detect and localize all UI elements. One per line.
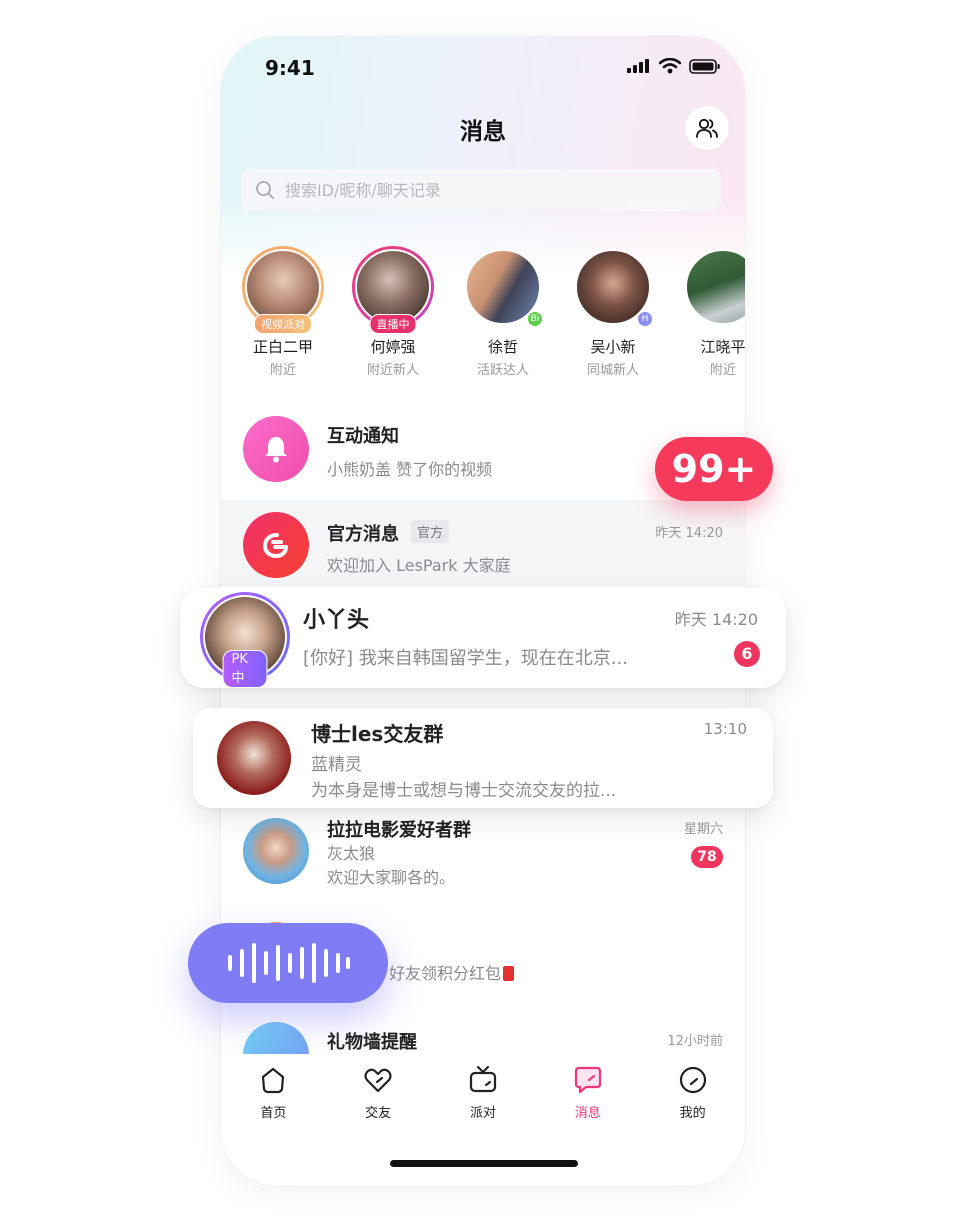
- wifi-icon: [659, 58, 681, 74]
- home-indicator: [390, 1160, 578, 1167]
- story-name: 徐哲: [487, 338, 518, 356]
- tab-label: 消息: [574, 1106, 601, 1121]
- people-icon: [696, 118, 718, 138]
- lespark-logo-icon: [263, 533, 288, 558]
- list-item-gift[interactable]: 礼物墙提醒 12小时前: [221, 1018, 745, 1058]
- message-icon: [574, 1066, 601, 1094]
- list-item-official[interactable]: 官方消息 官方 昨天 14:20 欢迎加入 LesPark 大家庭: [221, 500, 745, 586]
- heart-icon: [364, 1068, 392, 1093]
- story-name: 正白二甲: [252, 338, 313, 356]
- unread-badge: 6: [734, 641, 760, 667]
- chat-avatar-ring: PK中: [200, 592, 290, 688]
- tab-label: 交友: [365, 1106, 392, 1121]
- home-icon: [262, 1067, 285, 1094]
- tab-label: 派对: [469, 1106, 496, 1121]
- search-input[interactable]: [283, 179, 687, 201]
- story-ring: Bi: [462, 246, 544, 328]
- bottom-nav: 首页 交友 派对 消息 我的: [221, 1054, 745, 1124]
- row-preview: 欢迎加入 LesPark 大家庭: [327, 556, 511, 575]
- story-ring: P: [682, 246, 745, 328]
- story-item[interactable]: Bi 徐哲 活跃达人: [457, 246, 549, 378]
- bell-icon: [265, 437, 287, 463]
- group-avatar: [217, 721, 291, 795]
- smile-icon: [679, 1066, 706, 1094]
- online-dot: H: [636, 310, 654, 328]
- tab-profile[interactable]: 我的: [653, 1054, 733, 1124]
- tab-party[interactable]: 派对: [443, 1054, 523, 1124]
- row-sender: 灰太狼: [327, 844, 376, 863]
- row-title: 博士les交友群: [311, 722, 444, 746]
- gift-avatar: [243, 1022, 309, 1058]
- row-title: 小丫头: [303, 608, 370, 633]
- signal-icon: [627, 59, 649, 73]
- story-sub: 附近新人: [366, 363, 419, 378]
- red-packet-icon: [503, 966, 515, 981]
- story-item[interactable]: H 吴小新 同城新人: [567, 246, 659, 378]
- battery-icon: [689, 58, 720, 74]
- row-preview: 好友领积分红包: [389, 960, 515, 984]
- unread-badge: 78: [691, 846, 723, 868]
- row-sender: 蓝精灵: [311, 755, 362, 775]
- row-preview: 为本身是博士或想与博士交流交友的拉...: [311, 781, 617, 801]
- story-tag: 视频派对: [254, 314, 312, 334]
- status-time: 9:41: [265, 56, 315, 80]
- online-dot: Bi: [526, 310, 544, 328]
- tab-home[interactable]: 首页: [233, 1054, 313, 1124]
- row-title: 拉拉电影爱好者群: [327, 820, 471, 841]
- unread-total-badge: 99+: [655, 437, 773, 501]
- row-preview-text: 好友领积分红包: [389, 964, 502, 983]
- row-preview: [你好] 我来自韩国留学生，现在在北京...: [303, 648, 628, 669]
- row-title: 互动通知: [327, 426, 399, 447]
- row-time: 昨天 14:20: [674, 610, 758, 629]
- story-item[interactable]: 视频派对 正白二甲 附近: [237, 246, 329, 378]
- story-name: 何婷强: [370, 338, 416, 356]
- contacts-button[interactable]: [685, 106, 729, 150]
- tab-label: 首页: [260, 1106, 287, 1121]
- story-sub: 活跃达人: [476, 363, 529, 378]
- row-preview: 小熊奶盖 赞了你的视频: [327, 460, 493, 479]
- story-item[interactable]: P 江晓平 附近: [677, 246, 745, 378]
- story-sub: 附近: [269, 363, 296, 378]
- official-avatar: [243, 512, 309, 578]
- row-time: 昨天 14:20: [655, 526, 723, 541]
- search-bar[interactable]: [241, 169, 721, 211]
- list-item-chat-highlight[interactable]: PK中 小丫头 昨天 14:20 [你好] 我来自韩国留学生，现在在北京... …: [180, 588, 786, 688]
- search-icon: [256, 181, 274, 199]
- voice-input-button[interactable]: [188, 923, 388, 1003]
- group-avatar: [243, 818, 309, 884]
- tab-friends[interactable]: 交友: [338, 1054, 418, 1124]
- row-preview: 欢迎大家聊各的。: [327, 868, 456, 887]
- story-name: 吴小新: [590, 338, 636, 356]
- row-time: 12小时前: [667, 1034, 723, 1049]
- story-strip: 视频派对 正白二甲 附近 直播中 何婷强 附近新人 Bi 徐哲 活跃达人 H 吴…: [237, 246, 745, 386]
- avatar: [685, 249, 745, 325]
- list-item-group-highlight[interactable]: 博士les交友群 13:10 蓝精灵 为本身是博士或想与博士交流交友的拉...: [193, 708, 773, 808]
- story-ring: 视频派对: [242, 246, 324, 334]
- tab-messages[interactable]: 消息: [548, 1054, 628, 1124]
- row-time: 星期六: [683, 822, 723, 837]
- tv-icon: [469, 1065, 497, 1093]
- status-icons: [627, 58, 721, 74]
- row-title: 礼物墙提醒: [327, 1032, 417, 1053]
- page-title: 消息: [460, 119, 506, 145]
- pk-tag: PK中: [222, 650, 268, 688]
- list-item-group[interactable]: 拉拉电影爱好者群 星期六 灰太狼 欢迎大家聊各的。 78: [221, 808, 745, 888]
- waveform-icon: [228, 943, 350, 983]
- story-sub: 同城新人: [586, 363, 639, 378]
- interaction-avatar: [243, 416, 309, 482]
- tab-label: 我的: [679, 1106, 706, 1121]
- row-title: 官方消息: [327, 524, 399, 545]
- story-sub: 附近: [709, 363, 736, 378]
- story-tag: 直播中: [369, 314, 417, 334]
- story-name: 江晓平: [700, 338, 745, 356]
- official-tag: 官方: [411, 520, 450, 543]
- story-ring: H: [572, 246, 654, 328]
- story-item[interactable]: 直播中 何婷强 附近新人: [347, 246, 439, 378]
- story-ring: 直播中: [352, 246, 434, 334]
- row-time: 13:10: [703, 720, 747, 738]
